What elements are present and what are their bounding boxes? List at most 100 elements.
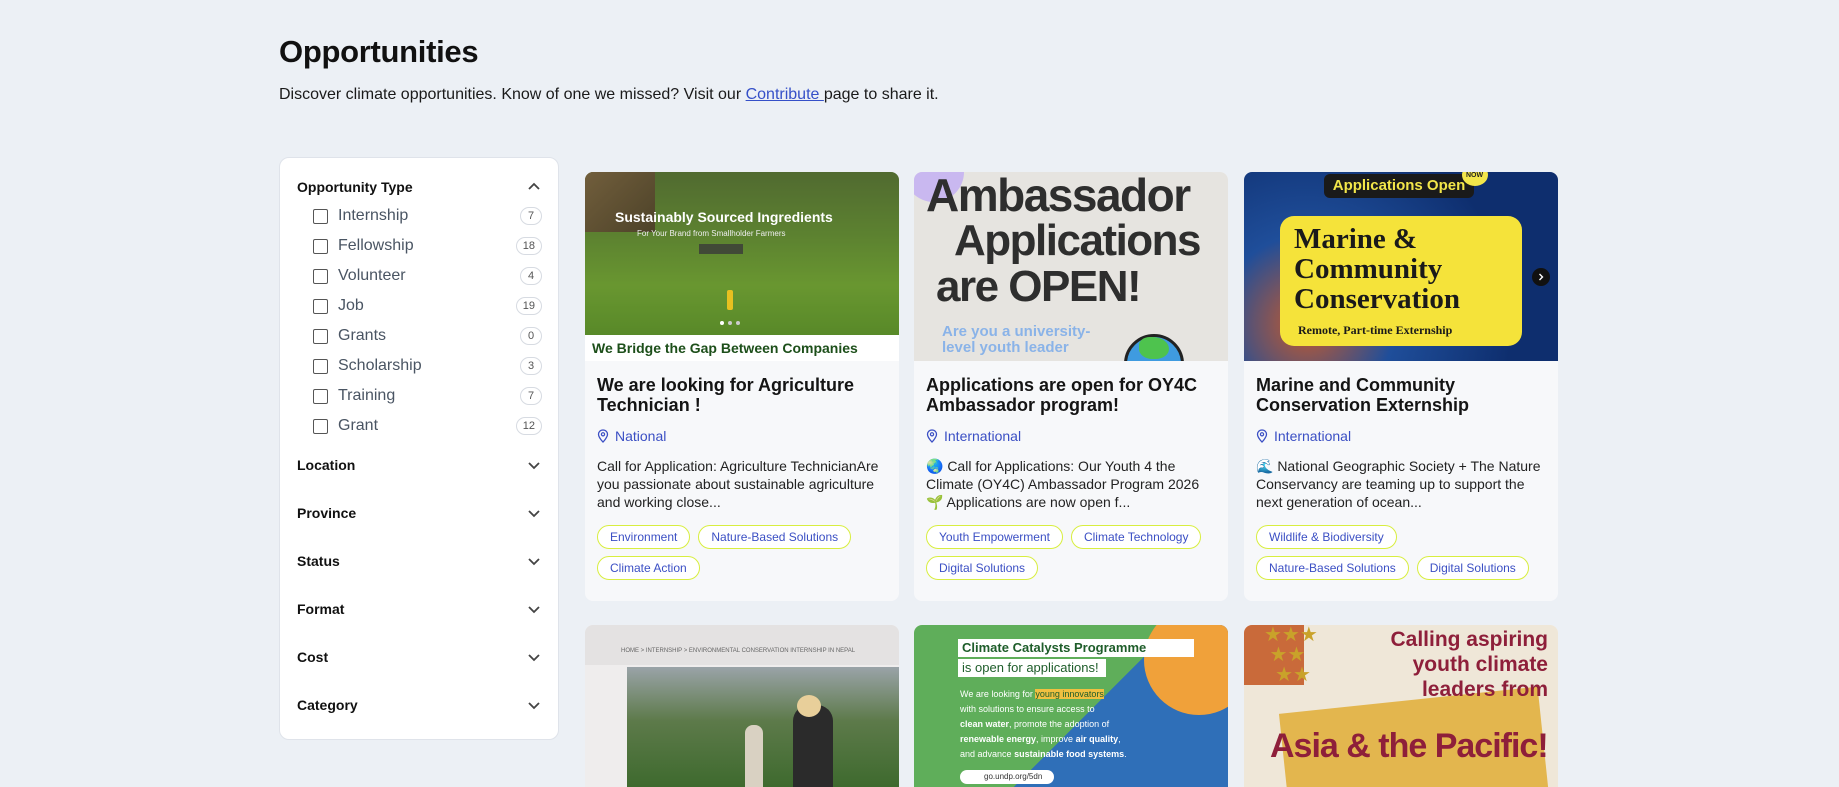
option-label: Scholarship — [338, 357, 422, 374]
tag[interactable]: Digital Solutions — [1416, 556, 1529, 580]
image-sub: Remote, Part-time Externship — [1298, 323, 1453, 337]
image-line1: Marine & — [1294, 223, 1418, 255]
opportunity-card[interactable]: Climate Catalysts Programme is open for … — [914, 625, 1228, 787]
image-line3: leaders from — [1421, 678, 1548, 701]
filter-format-header[interactable]: Format — [297, 601, 542, 617]
card-title[interactable]: We are looking for Agriculture Technicia… — [597, 375, 887, 415]
image-line2: Community — [1294, 253, 1443, 285]
tag[interactable]: Wildlife & Biodiversity — [1256, 525, 1397, 549]
map-pin-icon — [1256, 429, 1268, 443]
card-tags: Wildlife & Biodiversity Nature-Based Sol… — [1256, 525, 1556, 580]
filter-option-grant[interactable]: Grant 12 — [313, 417, 542, 435]
chevron-down-icon — [526, 697, 542, 713]
opportunity-card[interactable]: Ambassador Applications are OPEN! Are yo… — [914, 172, 1228, 601]
image-sub: Are you a university-level youth leader — [942, 323, 1091, 356]
checkbox[interactable] — [313, 208, 328, 224]
contribute-link[interactable]: Contribute — [746, 86, 824, 103]
filter-option-volunteer[interactable]: Volunteer 4 — [313, 267, 542, 285]
body-bold: clean water — [960, 719, 1010, 729]
image-line3: Conservation — [1294, 283, 1460, 315]
body-text: with solutions to ensure access to — [960, 704, 1095, 714]
filter-status-header[interactable]: Status — [297, 553, 542, 569]
card-location: International — [926, 428, 1021, 444]
map-pin-icon — [597, 429, 609, 443]
checkbox[interactable] — [313, 388, 328, 404]
image-body: We are looking for young innovators with… — [960, 687, 1180, 762]
body-bold: sustainable food systems — [1014, 749, 1125, 759]
opportunity-card[interactable]: HOME > INTERNSHIP > ENVIRONMENTAL CONSER… — [585, 625, 899, 787]
filter-option-fellowship[interactable]: Fellowship 18 — [313, 237, 542, 255]
option-label: Internship — [338, 207, 409, 224]
image-line2: Applications — [954, 216, 1202, 265]
chevron-down-icon — [526, 601, 542, 617]
card-tags: Environment Nature-Based Solutions Clima… — [597, 525, 897, 580]
tag[interactable]: Climate Technology — [1070, 525, 1202, 549]
filter-opportunity-type-header[interactable]: Opportunity Type — [297, 179, 542, 195]
person-figure — [745, 725, 763, 787]
body-text: , promote the adoption of — [1009, 719, 1110, 729]
location-label: National — [615, 428, 667, 444]
card-title[interactable]: Applications are open for OY4C Ambassado… — [926, 375, 1216, 415]
image-button — [699, 244, 743, 254]
card-image: Ambassador Applications are OPEN! Are yo… — [914, 172, 1228, 361]
count-badge: 0 — [520, 327, 542, 345]
next-slide-button[interactable] — [1532, 268, 1550, 286]
chevron-right-icon — [1539, 273, 1544, 281]
page-title: Opportunities — [279, 34, 479, 69]
opportunity-card[interactable]: Sustainably Sourced Ingredients For Your… — [585, 172, 899, 601]
checkbox[interactable] — [313, 238, 328, 254]
tag[interactable]: Nature-Based Solutions — [1256, 556, 1409, 580]
filter-cost-header[interactable]: Cost — [297, 649, 542, 665]
filter-option-job[interactable]: Job 19 — [313, 297, 542, 315]
image-small-text: For Your Brand from Smallholder Farmers — [637, 229, 786, 238]
body-bold: renewable energy — [960, 734, 1037, 744]
checkbox[interactable] — [313, 328, 328, 344]
opportunity-card[interactable]: Applications Open NOW Marine & Community… — [1244, 172, 1558, 601]
checkbox[interactable] — [313, 418, 328, 434]
image-line1: Ambassador — [926, 172, 1191, 221]
option-label: Job — [338, 297, 364, 314]
chevron-down-icon — [526, 553, 542, 569]
filter-label: Cost — [297, 649, 329, 665]
filter-option-training[interactable]: Training 7 — [313, 387, 542, 405]
tag[interactable]: Climate Action — [597, 556, 700, 580]
card-tags: Youth Empowerment Climate Technology Dig… — [926, 525, 1226, 580]
card-description: 🌊 National Geographic Society + The Natu… — [1256, 458, 1541, 510]
subtitle-text: Discover climate opportunities. Know of … — [279, 86, 746, 103]
stars-decoration: ★★★ ★★ ★★ — [1264, 625, 1318, 686]
tag[interactable]: Environment — [597, 525, 691, 549]
count-badge: 7 — [520, 207, 542, 225]
checkbox[interactable] — [313, 268, 328, 284]
count-badge: 19 — [515, 297, 542, 315]
tag[interactable]: Youth Empowerment — [926, 525, 1063, 549]
image-breadcrumb: HOME > INTERNSHIP > ENVIRONMENTAL CONSER… — [621, 648, 856, 654]
chevron-down-icon — [526, 649, 542, 665]
image-line2: youth climate — [1412, 653, 1548, 676]
now-text: NOW — [1466, 172, 1484, 179]
tag[interactable]: Nature-Based Solutions — [698, 525, 852, 549]
checkbox[interactable] — [313, 358, 328, 374]
checkbox[interactable] — [313, 298, 328, 314]
subtitle-text-end: page to share it. — [823, 86, 939, 103]
image-line1: Climate Catalysts Programme — [962, 640, 1147, 655]
url-pill: go.undp.org/5dn — [960, 770, 1054, 784]
card-title[interactable]: Marine and Community Conservation Extern… — [1256, 375, 1546, 415]
chevron-down-icon — [526, 457, 542, 473]
filter-province-header[interactable]: Province — [297, 505, 542, 521]
tag[interactable]: Digital Solutions — [926, 556, 1039, 580]
card-image: Applications Open NOW Marine & Community… — [1244, 172, 1558, 361]
filter-category-header[interactable]: Category — [297, 697, 542, 713]
opportunity-card[interactable]: ★★★ ★★ ★★ Calling aspiring youth climate… — [1244, 625, 1558, 787]
person-figure — [727, 290, 733, 310]
filter-option-scholarship[interactable]: Scholarship 3 — [313, 357, 542, 375]
filter-label: Format — [297, 601, 345, 617]
filter-location-header[interactable]: Location — [297, 457, 542, 473]
filter-option-internship[interactable]: Internship 7 — [313, 207, 542, 225]
filter-label: Opportunity Type — [297, 179, 413, 195]
image-line3: are OPEN! — [936, 262, 1142, 311]
card-location: International — [1256, 428, 1351, 444]
card-description: 🌏 Call for Applications: Our Youth 4 the… — [926, 458, 1200, 510]
carousel-dots[interactable] — [720, 321, 740, 325]
filter-option-grants[interactable]: Grants 0 — [313, 327, 542, 345]
filter-label: Location — [297, 457, 356, 473]
